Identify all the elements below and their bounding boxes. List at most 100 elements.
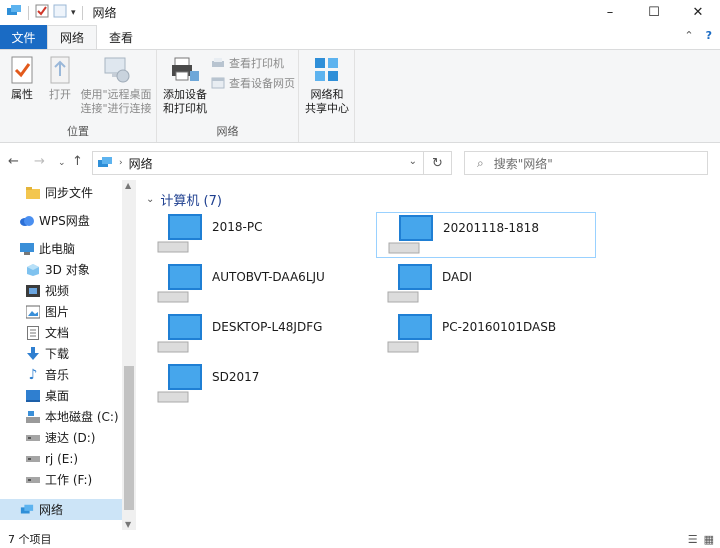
quick-access-toolbar: ▾ xyxy=(6,4,85,21)
computer-icon xyxy=(20,242,34,256)
ribbon: 属性 打开 使用"远程桌面 连接"进行连接 位置 添加设备 和打印机 查看打印机… xyxy=(0,49,720,143)
status-bar: 7 个项目 ☰ ▦ xyxy=(0,530,720,548)
nav-item-sync-files[interactable]: 同步文件 xyxy=(0,182,122,203)
computer-tile[interactable]: AUTOBVT-DAA6LJU xyxy=(146,262,366,308)
customize-toolbar-icon[interactable]: ▾ xyxy=(71,8,76,18)
nav-item-music[interactable]: ♪ 音乐 xyxy=(0,364,122,385)
tiles-view-icon[interactable]: ▦ xyxy=(704,533,714,546)
drive-icon xyxy=(26,452,40,466)
network-sharing-center-button[interactable]: 网络和 共享中心 xyxy=(303,54,351,116)
network-computer-icon xyxy=(388,215,433,254)
nav-item-pictures[interactable]: 图片 xyxy=(0,301,122,322)
network-computer-icon xyxy=(387,264,432,303)
tab-file[interactable]: 文件 xyxy=(0,25,47,49)
open-button[interactable]: 打开 xyxy=(42,54,78,102)
network-computer-icon xyxy=(157,214,202,253)
breadcrumb-chevron-icon[interactable]: › xyxy=(119,158,123,168)
item-count: 7 个项目 xyxy=(8,533,52,546)
ribbon-tabs: 文件 网络 查看 ⌃ ? xyxy=(0,25,720,49)
tab-network[interactable]: 网络 xyxy=(47,25,98,49)
properties-icon xyxy=(11,56,33,84)
printer-icon xyxy=(172,57,199,81)
maximize-button[interactable]: ☐ xyxy=(632,0,676,25)
title-bar: ▾ 网络 – ☐ ✕ xyxy=(0,0,720,25)
search-icon: ⌕ xyxy=(477,155,484,170)
nav-item-local-disk-c[interactable]: 本地磁盘 (C:) xyxy=(0,406,122,427)
up-arrow-icon[interactable]: ↑ xyxy=(72,154,83,169)
nav-item-drive-e[interactable]: rj (E:) xyxy=(0,448,122,469)
address-bar[interactable]: › 网络 ⌄ xyxy=(92,151,424,175)
scroll-up-icon[interactable]: ▲ xyxy=(125,181,131,190)
tab-view[interactable]: 查看 xyxy=(97,25,145,49)
location-group: 属性 打开 使用"远程桌面 连接"进行连接 位置 xyxy=(0,50,157,142)
help-icon[interactable]: ? xyxy=(706,29,712,42)
add-devices-button[interactable]: 添加设备 和打印机 xyxy=(161,54,209,116)
search-input[interactable]: ⌕ 搜索"网络" xyxy=(464,151,708,175)
nav-item-downloads[interactable]: 下载 xyxy=(0,343,122,364)
network-center-group: 网络和 共享中心 xyxy=(299,50,355,142)
view-printers-icon xyxy=(212,58,224,67)
cloud-icon xyxy=(20,214,34,228)
view-device-webpage-button[interactable]: 查看设备网页 xyxy=(211,75,295,91)
nav-item-wps-cloud[interactable]: WPS网盘 xyxy=(0,210,122,231)
refresh-button[interactable]: ↻ xyxy=(424,151,452,175)
minimize-button[interactable]: – xyxy=(588,0,632,25)
remote-desktop-button[interactable]: 使用"远程桌面 连接"进行连接 xyxy=(78,54,154,116)
details-view-icon[interactable]: ☰ xyxy=(688,533,698,546)
network-computer-icon xyxy=(387,314,432,353)
network-computer-icon xyxy=(157,364,202,403)
document-icon xyxy=(26,325,40,340)
computer-tile[interactable]: 2018-PC xyxy=(146,212,366,258)
computer-tile[interactable]: 20201118-1818 xyxy=(376,212,596,258)
back-arrow-icon[interactable]: ← xyxy=(8,154,19,169)
breadcrumb-network[interactable]: 网络 xyxy=(129,155,153,172)
close-button[interactable]: ✕ xyxy=(676,0,720,25)
desktop-icon xyxy=(26,389,40,403)
computer-tile[interactable]: SD2017 xyxy=(146,362,366,408)
music-note-icon: ♪ xyxy=(28,366,38,383)
collapse-ribbon-icon[interactable]: ⌃ xyxy=(684,29,693,42)
window-title: 网络 xyxy=(92,6,117,20)
network-icon xyxy=(20,503,34,517)
computer-tile[interactable]: DESKTOP-L48JDFG xyxy=(146,312,366,358)
recent-locations-chevron-icon[interactable]: ⌄ xyxy=(58,158,66,168)
computer-group-header[interactable]: ⌄ 计算机 (7) xyxy=(146,190,222,209)
network-sharing-center-icon xyxy=(315,58,338,81)
network-group: 添加设备 和打印机 查看打印机 查看设备网页 网络 xyxy=(157,50,299,142)
nav-item-3d-objects[interactable]: 3D 对象 xyxy=(0,259,122,280)
folder-icon xyxy=(26,186,40,200)
new-folder-quick-icon[interactable] xyxy=(53,4,67,21)
navigation-row: ← → ⌄ ↑ › 网络 ⌄ ↻ ⌕ 搜索"网络" xyxy=(0,149,720,177)
nav-item-drive-d[interactable]: 速达 (D:) xyxy=(0,427,122,448)
content-pane: ⌄ 计算机 (7) 2018-PC 20201118-1818 AUTOBVT-… xyxy=(140,180,720,530)
nav-item-this-pc[interactable]: 此电脑 xyxy=(0,238,122,259)
picture-icon xyxy=(26,305,40,319)
properties-button[interactable]: 属性 xyxy=(4,54,40,102)
open-icon xyxy=(50,56,70,84)
location-group-label: 位置 xyxy=(67,125,89,138)
properties-quick-icon[interactable] xyxy=(35,4,49,21)
scrollbar-thumb[interactable] xyxy=(124,366,134,510)
view-printers-button[interactable]: 查看打印机 xyxy=(211,55,284,71)
forward-arrow-icon[interactable]: → xyxy=(34,154,45,169)
address-dropdown-icon[interactable]: ⌄ xyxy=(409,156,417,167)
navigation-pane: 同步文件 WPS网盘 此电脑 3D 对象 视频 图片 文档 下载 ♪ 音乐 桌面… xyxy=(0,180,136,530)
drive-icon xyxy=(26,431,40,445)
refresh-icon: ↻ xyxy=(432,155,443,171)
collapse-chevron-icon[interactable]: ⌄ xyxy=(146,194,154,205)
network-app-icon xyxy=(6,4,22,21)
computer-tile[interactable]: PC-20160101DASB xyxy=(376,312,596,358)
nav-item-documents[interactable]: 文档 xyxy=(0,322,122,343)
nav-item-desktop[interactable]: 桌面 xyxy=(0,385,122,406)
nav-item-videos[interactable]: 视频 xyxy=(0,280,122,301)
nav-item-drive-f[interactable]: 工作 (F:) xyxy=(0,469,122,490)
cube-icon xyxy=(26,263,40,277)
nav-item-network[interactable]: 网络 xyxy=(0,499,122,520)
network-computer-icon xyxy=(157,314,202,353)
toolbar-divider xyxy=(81,5,83,20)
network-group-label: 网络 xyxy=(216,125,239,138)
toolbar-divider xyxy=(28,5,29,20)
nav-scrollbar[interactable]: ▲ ▼ xyxy=(122,180,136,530)
computer-tile[interactable]: DADI xyxy=(376,262,596,308)
scroll-down-icon[interactable]: ▼ xyxy=(125,520,131,529)
